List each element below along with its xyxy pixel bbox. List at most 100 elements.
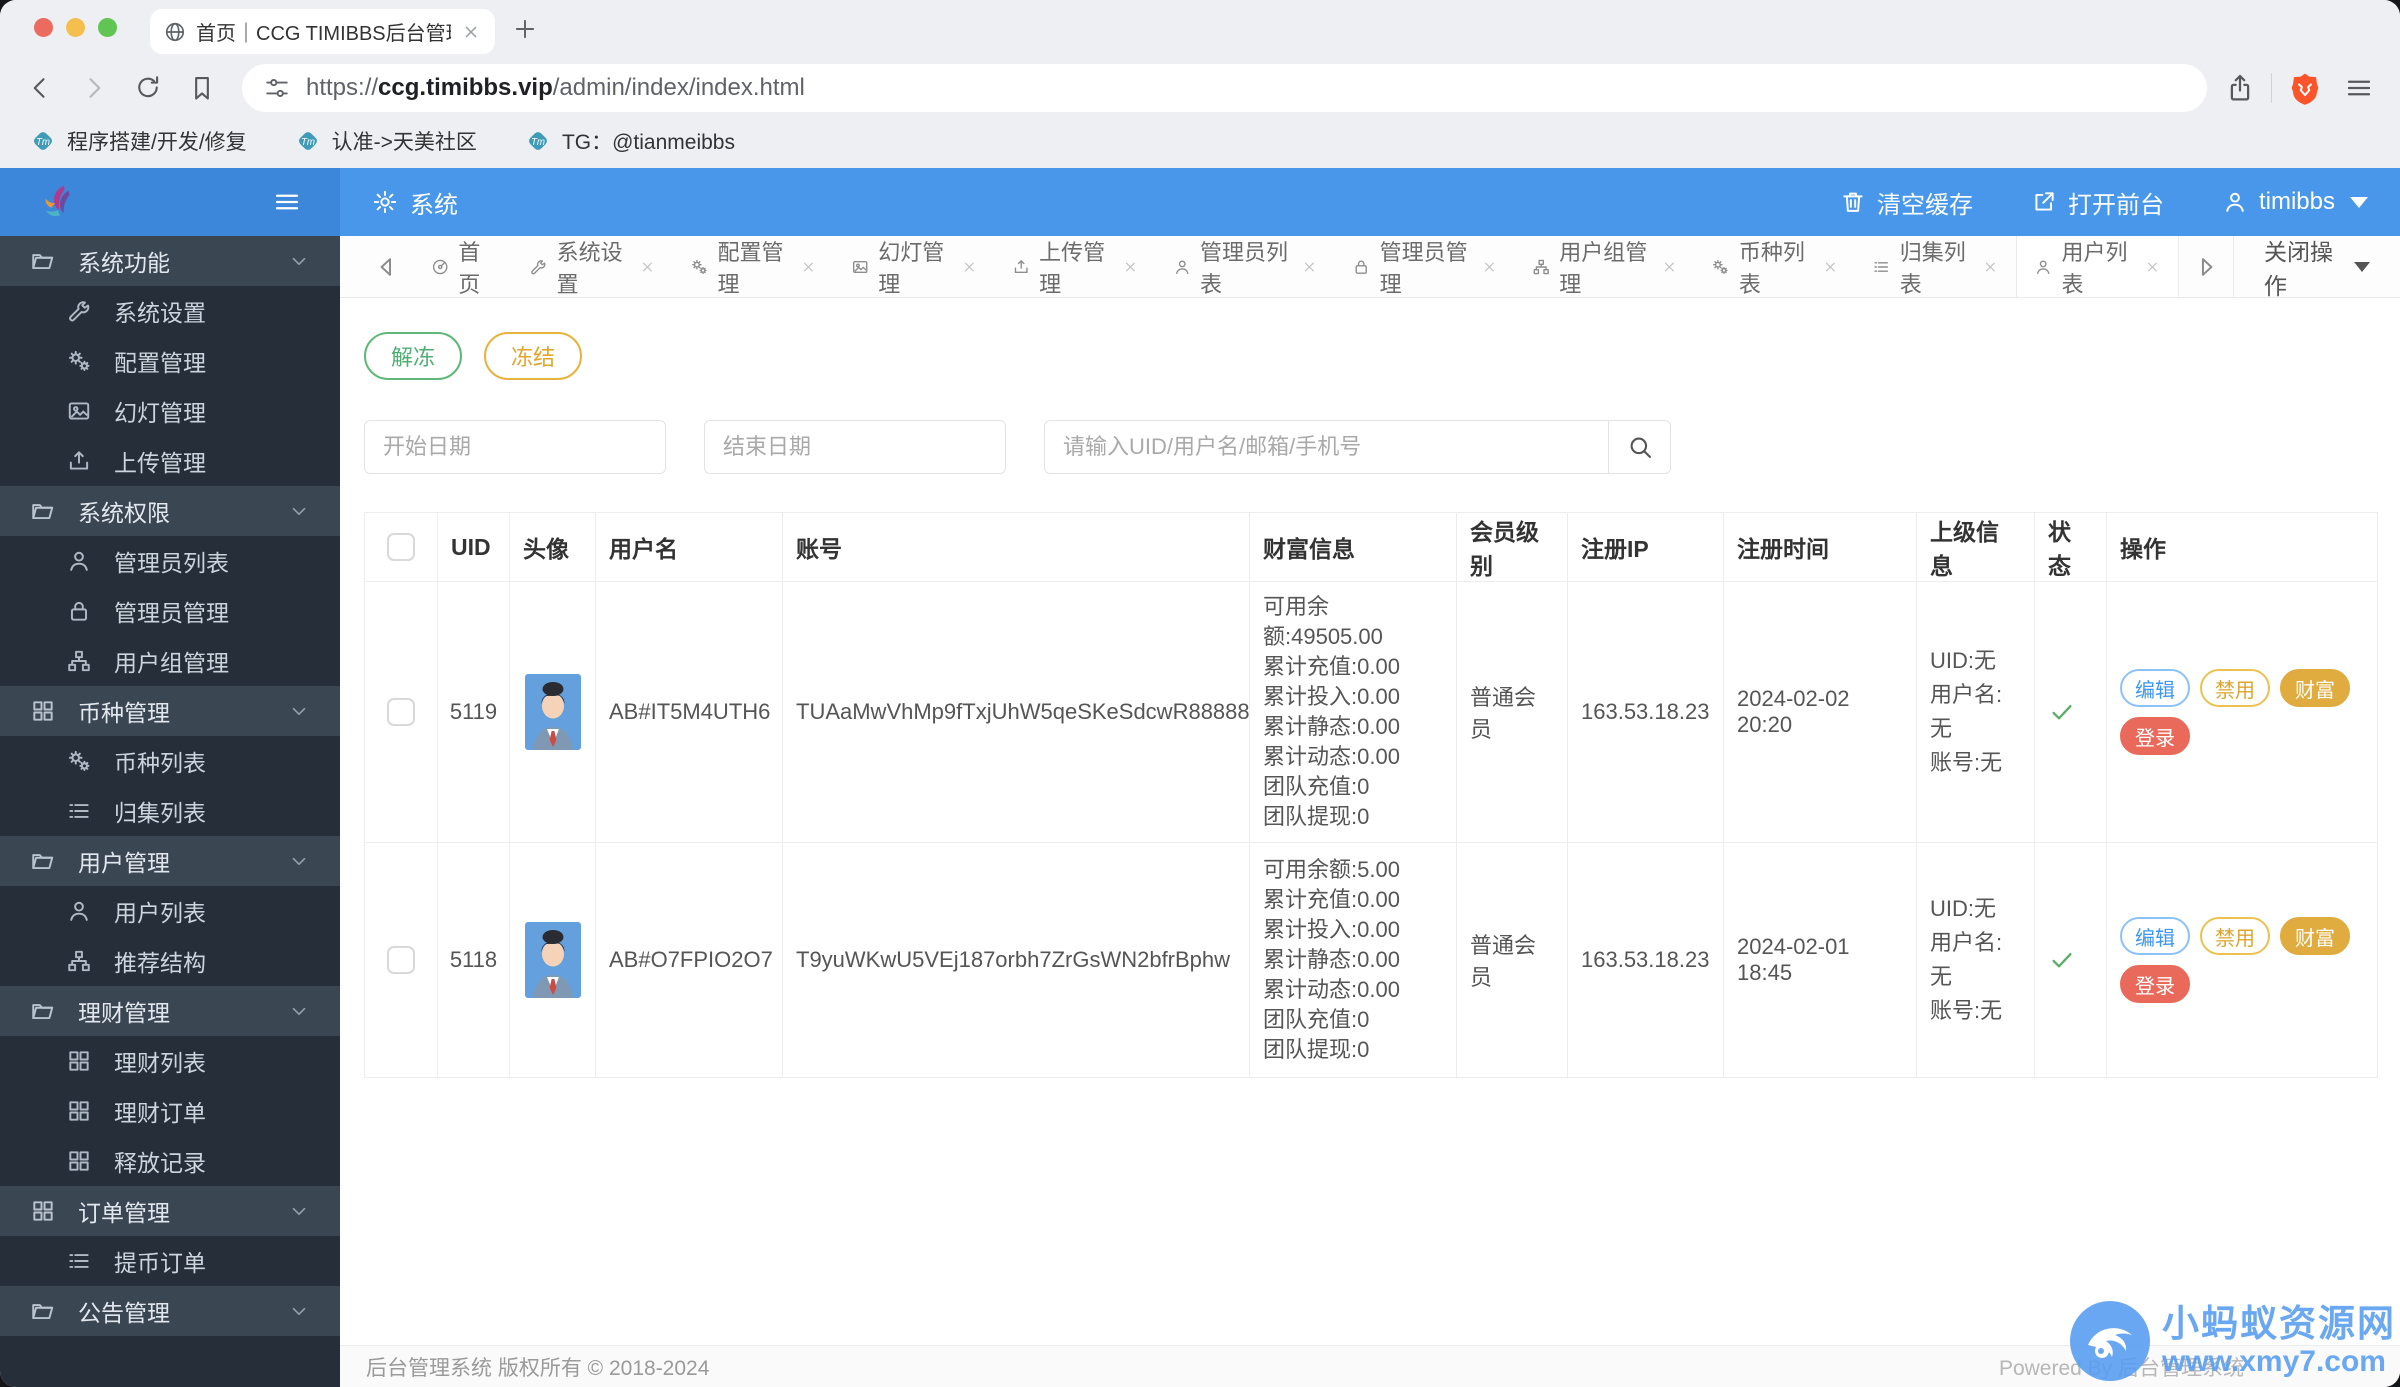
sidebar-item-child[interactable]: 归集列表 (0, 786, 340, 836)
tab-close-icon[interactable] (961, 257, 978, 277)
tab-close-icon[interactable] (1122, 257, 1139, 277)
page-tab[interactable]: 币种列表 (1694, 236, 1855, 297)
sidebar-item-label: 用户列表 (114, 894, 310, 928)
sidebar-item-child[interactable]: 用户组管理 (0, 636, 340, 686)
page-tab[interactable]: 管理员管理 (1335, 236, 1515, 297)
image-icon (66, 398, 92, 424)
header-actions: 操作 (2107, 513, 2378, 582)
select-all-checkbox[interactable] (387, 533, 415, 561)
chevron-down-icon (288, 1000, 310, 1022)
freeze-button[interactable]: 冻结 (484, 332, 582, 380)
tab-close-icon[interactable] (2144, 257, 2161, 277)
tab-close-icon[interactable] (1822, 257, 1839, 277)
browser-menu-icon[interactable] (2344, 73, 2374, 103)
end-date-input[interactable] (704, 420, 1006, 474)
url-bar[interactable]: https://ccg.timibbs.vip/admin/index/inde… (242, 64, 2207, 112)
share-icon[interactable] (2225, 73, 2255, 103)
page-tab[interactable]: 幻灯管理 (834, 236, 995, 297)
tabs-scroll-right[interactable] (2179, 236, 2233, 297)
tab-close-icon[interactable] (1982, 257, 1999, 277)
sidebar-item-child[interactable]: 币种列表 (0, 736, 340, 786)
header-wealth: 财富信息 (1250, 513, 1457, 582)
back-icon[interactable] (26, 74, 54, 102)
row-checkbox[interactable] (387, 946, 415, 974)
sidebar-item-group[interactable]: 用户管理 (0, 836, 340, 886)
tab-close-icon[interactable] (461, 22, 481, 42)
page-tab[interactable]: 管理员列表 (1156, 236, 1336, 297)
sidebar-item-child[interactable]: 推荐结构 (0, 936, 340, 986)
forward-icon[interactable] (80, 74, 108, 102)
browser-tab-title: 首页｜CCG TIMIBBS后台管理 (196, 17, 451, 46)
zoom-window-button[interactable] (98, 18, 117, 37)
tab-close-icon[interactable] (1481, 257, 1498, 277)
minimize-window-button[interactable] (66, 18, 85, 37)
unfreeze-button[interactable]: 解冻 (364, 332, 462, 380)
browser-titlebar: 首页｜CCG TIMIBBS后台管理 (0, 0, 2400, 54)
clear-cache-button[interactable]: 清空缓存 (1840, 185, 1973, 220)
login-button[interactable]: 登录 (2120, 717, 2190, 755)
search-button[interactable] (1609, 420, 1671, 474)
nav-system[interactable]: 系统 (372, 185, 458, 220)
sidebar-toggle-icon[interactable] (272, 187, 302, 217)
close-operations-dropdown[interactable]: 关闭操作 (2233, 236, 2400, 297)
page-tab[interactable]: 上传管理 (995, 236, 1156, 297)
page-tab[interactable]: 首页 (414, 236, 512, 297)
start-date-input[interactable] (364, 420, 666, 474)
tab-close-icon[interactable] (1301, 257, 1318, 277)
tab-close-icon[interactable] (800, 257, 817, 277)
page-tabs: 首页 系统设置 配置管理 幻灯管理 上传管理 管理员列表 管理员管理 用户组管理 (414, 236, 2179, 297)
close-window-button[interactable] (34, 18, 53, 37)
bookmark-item[interactable]: Tm 认准->天美社区 (295, 126, 477, 156)
content-area: 解冻 冻结 (340, 298, 2400, 1345)
wealth-button[interactable]: 财富 (2280, 669, 2350, 707)
new-tab-button[interactable] (512, 16, 538, 42)
sidebar-item-child[interactable]: 上传管理 (0, 436, 340, 486)
page-tab[interactable]: 用户列表 (2016, 236, 2179, 297)
brave-shield-icon[interactable] (2288, 71, 2322, 105)
bookmark-item[interactable]: Tm 程序搭建/开发/修复 (30, 126, 247, 156)
parent-line: 用户名:无 (1930, 926, 2021, 994)
search-input[interactable] (1044, 420, 1609, 474)
sidebar-item-child[interactable]: 配置管理 (0, 336, 340, 386)
sidebar-item-group[interactable]: 系统权限 (0, 486, 340, 536)
tabs-scroll-left[interactable] (360, 236, 414, 297)
page-tab[interactable]: 系统设置 (512, 236, 673, 297)
user-menu[interactable]: timibbs (2222, 188, 2368, 216)
sidebar-item-child[interactable]: 管理员管理 (0, 586, 340, 636)
bookmark-label: 认准->天美社区 (332, 126, 477, 156)
sidebar-item-group[interactable]: 系统功能 (0, 236, 340, 286)
row-checkbox[interactable] (387, 698, 415, 726)
sidebar-item-child[interactable]: 幻灯管理 (0, 386, 340, 436)
gears-icon (690, 256, 708, 278)
page-tab[interactable]: 归集列表 (1855, 236, 2016, 297)
sidebar-item-group[interactable]: 币种管理 (0, 686, 340, 736)
open-front-button[interactable]: 打开前台 (2031, 185, 2164, 220)
tab-close-icon[interactable] (639, 257, 656, 277)
gears-icon (66, 348, 92, 374)
login-button[interactable]: 登录 (2120, 965, 2190, 1003)
reload-icon[interactable] (134, 74, 162, 102)
tab-close-icon[interactable] (1661, 257, 1678, 277)
bookmark-icon[interactable] (188, 74, 216, 102)
edit-button[interactable]: 编辑 (2120, 917, 2190, 955)
edit-button[interactable]: 编辑 (2120, 669, 2190, 707)
table-header-row: UID 头像 用户名 账号 财富信息 会员级别 注册IP 注册时间 上级信息 状… (365, 513, 2378, 582)
page-tab[interactable]: 配置管理 (673, 236, 834, 297)
browser-tab[interactable]: 首页｜CCG TIMIBBS后台管理 (150, 9, 495, 54)
disable-button[interactable]: 禁用 (2200, 917, 2270, 955)
sidebar-item-child[interactable]: 用户列表 (0, 886, 340, 936)
site-settings-icon[interactable] (264, 75, 290, 101)
sidebar-item-group[interactable]: 理财管理 (0, 986, 340, 1036)
sidebar-item-child[interactable]: 释放记录 (0, 1136, 340, 1186)
wealth-button[interactable]: 财富 (2280, 917, 2350, 955)
sidebar-item-group[interactable]: 订单管理 (0, 1186, 340, 1236)
sidebar-item-child[interactable]: 提币订单 (0, 1236, 340, 1286)
sidebar-item-group[interactable]: 公告管理 (0, 1286, 340, 1336)
sidebar-item-child[interactable]: 理财列表 (0, 1036, 340, 1086)
disable-button[interactable]: 禁用 (2200, 669, 2270, 707)
sidebar-item-child[interactable]: 管理员列表 (0, 536, 340, 586)
bookmark-item[interactable]: Tm TG：@tianmeibbs (525, 126, 735, 156)
page-tab[interactable]: 用户组管理 (1515, 236, 1695, 297)
sidebar-item-child[interactable]: 理财订单 (0, 1086, 340, 1136)
sidebar-item-child[interactable]: 系统设置 (0, 286, 340, 336)
